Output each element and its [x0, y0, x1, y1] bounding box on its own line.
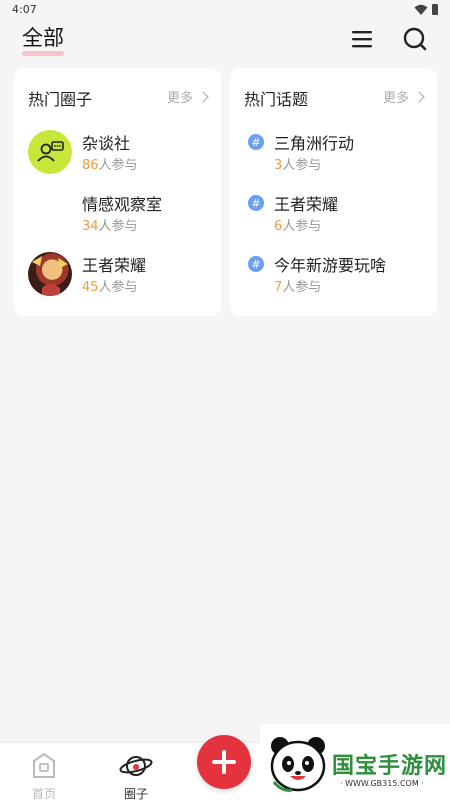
search-button[interactable] — [400, 24, 430, 54]
hashtag-icon: # — [248, 134, 264, 150]
wifi-icon — [414, 4, 428, 15]
hot-topics-header: 热门话题 更多 — [244, 86, 425, 110]
search-icon — [403, 27, 427, 51]
topic-count: 6人参与 — [274, 219, 322, 234]
hot-circles-title: 热门圈子 — [28, 90, 93, 109]
topic-name: 今年新游要玩啥 — [274, 256, 387, 275]
topic-name: 王者荣耀 — [274, 195, 339, 214]
topic-item-xinyou[interactable]: # 今年新游要玩啥 7人参与 — [244, 250, 424, 298]
hot-circles-card: 热门圈子 更多 杂谈社 86人参与 情感观察室 34人参与 王者荣耀 45人参与 — [14, 68, 221, 316]
circle-count: 34人参与 — [82, 219, 138, 234]
svg-text:#: # — [251, 197, 260, 210]
hashtag-icon: # — [248, 256, 264, 272]
topic-count: 3人参与 — [274, 158, 322, 173]
svg-text:#: # — [251, 258, 260, 271]
hot-topics-card: 热门话题 更多 # 三角洲行动 3人参与 # 王者荣耀 6人参与 # 今年新游要… — [230, 68, 437, 316]
more-label: 更多 — [382, 91, 409, 106]
hashtag-icon: # — [248, 195, 264, 211]
circle-item-wangzhe[interactable]: 王者荣耀 45人参与 — [28, 250, 208, 298]
chevron-right-icon — [413, 90, 425, 103]
top-bar: 全部 — [0, 22, 450, 66]
topic-name: 三角洲行动 — [274, 134, 355, 153]
hot-circles-header: 热门圈子 更多 — [28, 86, 209, 110]
tab-all[interactable]: 全部 — [22, 22, 64, 56]
circle-name: 王者荣耀 — [82, 256, 147, 275]
home-icon — [33, 752, 55, 778]
topic-count: 7人参与 — [274, 280, 322, 295]
circle-count: 86人参与 — [82, 158, 138, 173]
nav-home[interactable]: 首页 — [14, 747, 74, 800]
status-time: 4:07 — [12, 3, 37, 16]
circle-item-qinggan[interactable]: 情感观察室 34人参与 — [28, 189, 208, 237]
avatar — [28, 130, 72, 174]
create-post-button[interactable] — [197, 735, 251, 789]
topic-item-sanjiaozhou[interactable]: # 三角洲行动 3人参与 — [244, 128, 424, 176]
battery-icon — [432, 4, 438, 15]
planet-icon — [119, 756, 153, 776]
nav-home-label: 首页 — [31, 787, 56, 800]
status-bar: 4:07 — [0, 0, 450, 22]
nav-circle-label: 圈子 — [123, 787, 148, 800]
user-chat-icon — [37, 141, 64, 162]
tab-underline — [22, 51, 64, 56]
menu-button[interactable] — [347, 24, 377, 54]
topic-item-wangzhe[interactable]: # 王者荣耀 6人参与 — [244, 189, 424, 237]
circle-item-zatanshe[interactable]: 杂谈社 86人参与 — [28, 128, 208, 176]
hero-portrait-icon — [32, 256, 68, 296]
more-label: 更多 — [166, 91, 193, 106]
chevron-right-icon — [197, 90, 209, 103]
circle-name: 情感观察室 — [82, 195, 163, 214]
watermark-text: 国宝手游网 — [332, 754, 448, 779]
hot-topics-title: 热门话题 — [244, 90, 309, 109]
tab-all-label: 全部 — [22, 26, 64, 50]
menu-icon — [352, 31, 372, 48]
game-hero-avatar — [28, 252, 72, 296]
svg-text:#: # — [251, 136, 260, 149]
watermark-logo: 国宝手游网 · WWW.GB315.COM · — [260, 724, 450, 800]
circle-count: 45人参与 — [82, 280, 138, 295]
watermark-url: · WWW.GB315.COM · — [340, 779, 424, 788]
nav-circle[interactable]: 圈子 — [106, 747, 166, 800]
circle-name: 杂谈社 — [82, 134, 131, 153]
hot-topics-more-button[interactable]: 更多 — [382, 87, 425, 106]
panda-icon — [270, 737, 326, 792]
hot-circles-more-button[interactable]: 更多 — [166, 87, 209, 106]
